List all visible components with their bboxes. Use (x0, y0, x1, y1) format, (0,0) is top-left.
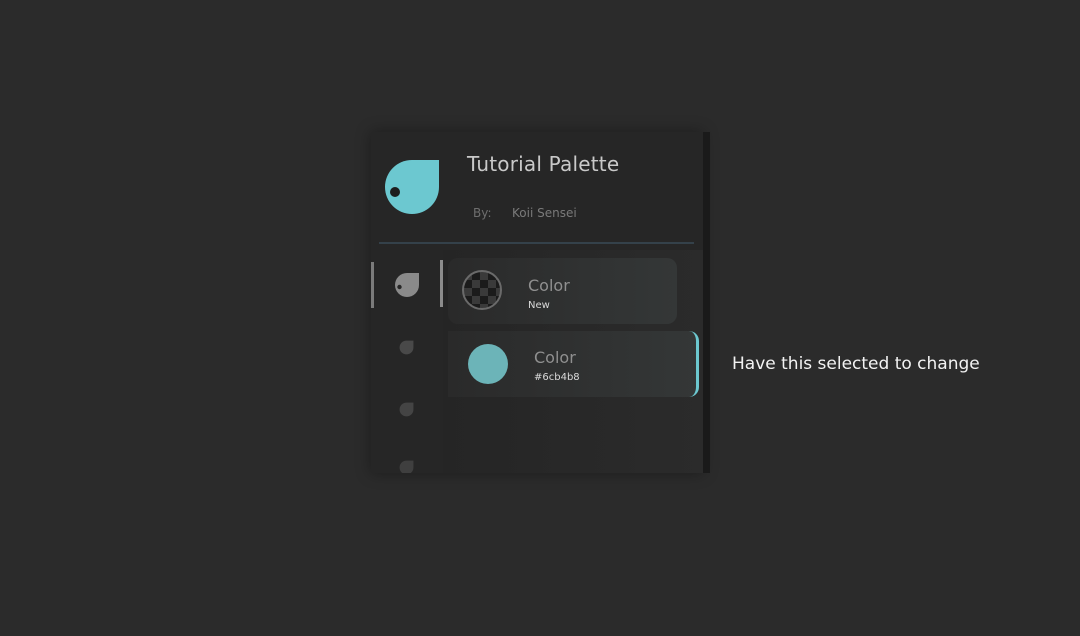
droplet-icon[interactable] (399, 340, 414, 355)
droplet-icon[interactable] (394, 272, 420, 298)
color-item-label: Color (528, 276, 570, 295)
color-item-selected[interactable]: Color #6cb4b8 (448, 331, 699, 397)
transparent-swatch (462, 270, 502, 310)
header-divider (379, 242, 694, 244)
rail-active-indicator (371, 262, 374, 308)
color-item-hex: #6cb4b8 (534, 372, 580, 383)
rail-divider (440, 260, 443, 307)
droplet-logo-icon (385, 160, 439, 214)
palette-title: Tutorial Palette (467, 152, 620, 176)
author-label: By: (473, 206, 492, 220)
panel-scroll-edge (703, 132, 710, 473)
color-swatch (468, 344, 508, 384)
palette-rail (371, 250, 443, 473)
color-item-label: Color (534, 348, 576, 367)
palette-panel: Tutorial Palette By: Koii Sensei Color N… (371, 132, 703, 473)
author-name[interactable]: Koii Sensei (512, 206, 577, 220)
droplet-icon[interactable] (399, 402, 414, 417)
annotation-text: Have this selected to change (732, 354, 980, 374)
color-item-new[interactable]: Color New (448, 258, 677, 324)
color-item-value: New (528, 300, 550, 311)
droplet-icon[interactable] (399, 460, 414, 473)
